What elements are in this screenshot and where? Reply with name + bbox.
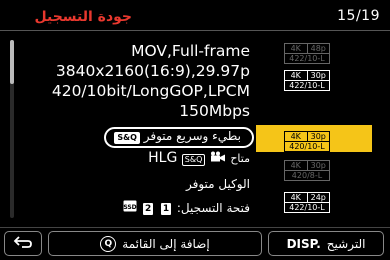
list-item-fps: 30p: [310, 161, 326, 170]
list-item[interactable]: 4K 30p 422/10-L: [284, 70, 330, 91]
list-item-codec: 420/8-L: [284, 170, 330, 181]
list-item-selected[interactable]: 4K 30p 420/10-L: [284, 131, 330, 152]
header-divider: [0, 30, 390, 31]
return-arrow-icon: [13, 235, 33, 252]
list-item[interactable]: 4K 24p 422/10-L: [284, 192, 330, 213]
list-item-fps: 24p: [310, 193, 326, 202]
list-item-res: 4K: [285, 132, 308, 141]
hlg-label: HLG: [148, 150, 178, 166]
scrollbar-thumb[interactable]: [10, 40, 14, 84]
file-format-line: MOV,Full-frame: [131, 42, 250, 60]
list-item-res: 4K: [285, 44, 308, 53]
movie-camera-icon: [205, 150, 225, 166]
hlg-availability: متاح S&Q HLG: [148, 150, 250, 166]
add-to-list-label: إضافة إلى القائمة: [122, 236, 210, 251]
q-button-icon: Q: [100, 235, 117, 252]
list-item-res: 4K: [285, 193, 308, 202]
footer-divider: [0, 227, 390, 228]
slow-quick-availability: بطيء وسريع متوفر S&Q: [114, 129, 241, 144]
slow-quick-label: بطيء وسريع متوفر: [143, 129, 241, 143]
list-item-fps: 30p: [310, 132, 326, 141]
disp-icon: DISP.: [286, 236, 321, 251]
svg-text:SSD: SSD: [124, 204, 137, 211]
page-counter: 15/19: [337, 8, 380, 24]
hlg-available-label: متاح: [230, 152, 250, 165]
list-item-codec: 422/10-L: [284, 80, 330, 91]
add-to-list-button[interactable]: Q إضافة إلى القائمة: [48, 231, 262, 256]
list-item-fps: 48p: [310, 44, 326, 53]
list-item-res: 4K: [285, 161, 308, 170]
list-item-codec: 422/10-L: [284, 202, 330, 213]
list-item-codec: 420/10-L: [284, 141, 330, 152]
codec-line: 420/10bit/LongGOP,LPCM: [51, 82, 250, 100]
resolution-line: 3840x2160(16:9),29.97p: [55, 62, 250, 80]
back-button[interactable]: [4, 231, 42, 256]
ssd-icon: SSD: [123, 200, 137, 215]
list-item-res: 4K: [285, 71, 308, 80]
list-item-codec: 422/10-L: [284, 53, 330, 64]
menu-title: جودة التسجيل: [34, 9, 132, 25]
sq-outline-icon: S&Q: [181, 154, 206, 166]
sq-icon: S&Q: [114, 132, 140, 144]
recording-slot: فتحة التسجيل: 1 2 SSD: [123, 200, 250, 215]
proxy-availability: الوكيل متوفر: [185, 177, 250, 191]
slot-1-icon: 1: [161, 202, 171, 215]
list-item[interactable]: 4K 30p 420/8-L: [284, 160, 330, 181]
filter-button[interactable]: DISP. الترشيح: [268, 231, 384, 256]
filter-label: الترشيح: [326, 236, 366, 251]
bitrate-line: 150Mbps: [179, 102, 250, 120]
slot-label: فتحة التسجيل:: [176, 201, 250, 215]
slot-2-icon: 2: [143, 202, 154, 215]
list-item[interactable]: 4K 48p 422/10-L: [284, 43, 330, 64]
list-item-fps: 30p: [310, 71, 326, 80]
